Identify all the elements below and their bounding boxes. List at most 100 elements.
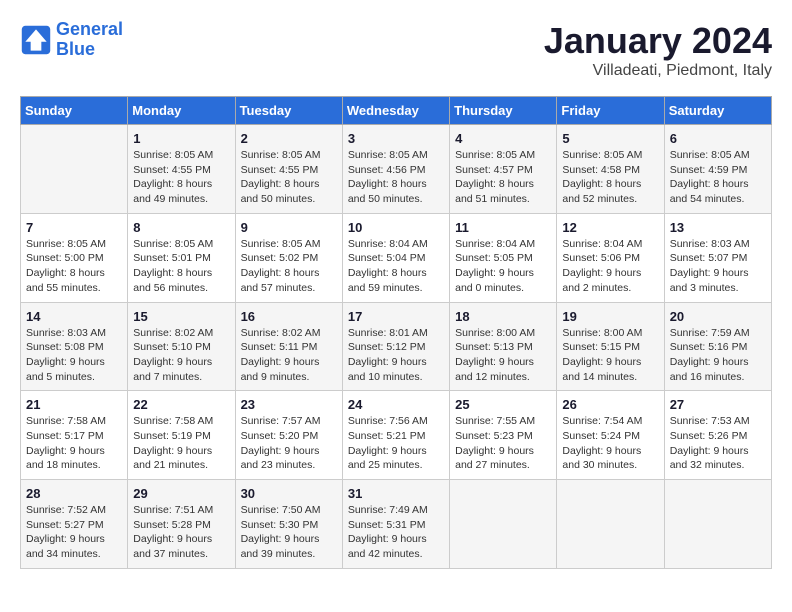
day-info: Sunrise: 8:00 AM Sunset: 5:15 PM Dayligh… (562, 326, 658, 385)
day-number: 17 (348, 309, 444, 324)
day-number: 3 (348, 131, 444, 146)
calendar-week-3: 14Sunrise: 8:03 AM Sunset: 5:08 PM Dayli… (21, 302, 772, 391)
day-number: 21 (26, 397, 122, 412)
day-info: Sunrise: 8:01 AM Sunset: 5:12 PM Dayligh… (348, 326, 444, 385)
day-info: Sunrise: 7:50 AM Sunset: 5:30 PM Dayligh… (241, 503, 337, 562)
calendar-cell (664, 480, 771, 569)
day-number: 28 (26, 486, 122, 501)
weekday-header-saturday: Saturday (664, 97, 771, 125)
calendar-cell: 3 Sunrise: 8:05 AM Sunset: 4:56 PM Daylig… (342, 125, 449, 214)
day-number: 22 (133, 397, 229, 412)
day-number: 23 (241, 397, 337, 412)
calendar-cell: 25 Sunrise: 7:55 AM Sunset: 5:23 PM Dayli… (450, 391, 557, 480)
calendar-cell: 31 Sunrise: 7:49 AM Sunset: 5:31 PM Dayli… (342, 480, 449, 569)
day-info: Sunrise: 7:59 AM Sunset: 5:16 PM Dayligh… (670, 326, 766, 385)
day-info: Sunrise: 8:04 AM Sunset: 5:05 PM Dayligh… (455, 237, 551, 296)
day-info: Sunrise: 8:00 AM Sunset: 5:13 PM Dayligh… (455, 326, 551, 385)
day-info: Sunrise: 8:04 AM Sunset: 5:04 PM Dayligh… (348, 237, 444, 296)
calendar-cell (450, 480, 557, 569)
day-number: 25 (455, 397, 551, 412)
day-info: Sunrise: 8:05 AM Sunset: 4:55 PM Dayligh… (133, 148, 229, 207)
day-info: Sunrise: 8:05 AM Sunset: 4:58 PM Dayligh… (562, 148, 658, 207)
calendar-cell: 16Sunrise: 8:02 AM Sunset: 5:11 PM Dayli… (235, 302, 342, 391)
calendar-cell: 12Sunrise: 8:04 AM Sunset: 5:06 PM Dayli… (557, 213, 664, 302)
day-number: 1 (133, 131, 229, 146)
calendar-cell: 27Sunrise: 7:53 AM Sunset: 5:26 PM Dayli… (664, 391, 771, 480)
logo-text: General Blue (56, 20, 123, 60)
day-number: 15 (133, 309, 229, 324)
day-number: 16 (241, 309, 337, 324)
page-header: General Blue January 2024 Villadeati, Pi… (20, 20, 772, 80)
calendar-cell: 26 Sunrise: 7:54 AM Sunset: 5:24 PM Dayli… (557, 391, 664, 480)
calendar-week-1: 1 Sunrise: 8:05 AM Sunset: 4:55 PM Daylig… (21, 125, 772, 214)
day-number: 27 (670, 397, 766, 412)
day-info: Sunrise: 8:05 AM Sunset: 5:01 PM Dayligh… (133, 237, 229, 296)
day-info: Sunrise: 8:03 AM Sunset: 5:07 PM Dayligh… (670, 237, 766, 296)
day-number: 20 (670, 309, 766, 324)
day-number: 31 (348, 486, 444, 501)
calendar-cell: 8 Sunrise: 8:05 AM Sunset: 5:01 PM Daylig… (128, 213, 235, 302)
day-number: 8 (133, 220, 229, 235)
weekday-header-sunday: Sunday (21, 97, 128, 125)
weekday-header-wednesday: Wednesday (342, 97, 449, 125)
day-number: 13 (670, 220, 766, 235)
day-number: 26 (562, 397, 658, 412)
calendar-title: January 2024 (544, 20, 772, 62)
day-number: 24 (348, 397, 444, 412)
calendar-cell: 9Sunrise: 8:05 AM Sunset: 5:02 PM Daylig… (235, 213, 342, 302)
calendar-cell: 28Sunrise: 7:52 AM Sunset: 5:27 PM Dayli… (21, 480, 128, 569)
calendar-cell: 2Sunrise: 8:05 AM Sunset: 4:55 PM Daylig… (235, 125, 342, 214)
calendar-cell: 20 Sunrise: 7:59 AM Sunset: 5:16 PM Dayli… (664, 302, 771, 391)
day-info: Sunrise: 8:05 AM Sunset: 4:59 PM Dayligh… (670, 148, 766, 207)
weekday-header-friday: Friday (557, 97, 664, 125)
day-number: 6 (670, 131, 766, 146)
calendar-cell: 18 Sunrise: 8:00 AM Sunset: 5:13 PM Dayli… (450, 302, 557, 391)
day-info: Sunrise: 7:54 AM Sunset: 5:24 PM Dayligh… (562, 414, 658, 473)
calendar-cell: 1 Sunrise: 8:05 AM Sunset: 4:55 PM Daylig… (128, 125, 235, 214)
logo: General Blue (20, 20, 123, 60)
day-number: 18 (455, 309, 551, 324)
calendar-cell: 10 Sunrise: 8:04 AM Sunset: 5:04 PM Dayli… (342, 213, 449, 302)
day-number: 4 (455, 131, 551, 146)
logo-line2: Blue (56, 39, 95, 59)
calendar-cell: 11Sunrise: 8:04 AM Sunset: 5:05 PM Dayli… (450, 213, 557, 302)
day-info: Sunrise: 8:05 AM Sunset: 4:56 PM Dayligh… (348, 148, 444, 207)
calendar-cell: 14Sunrise: 8:03 AM Sunset: 5:08 PM Dayli… (21, 302, 128, 391)
day-number: 2 (241, 131, 337, 146)
calendar-cell (557, 480, 664, 569)
calendar-body: 1 Sunrise: 8:05 AM Sunset: 4:55 PM Daylig… (21, 125, 772, 569)
calendar-cell: 5 Sunrise: 8:05 AM Sunset: 4:58 PM Daylig… (557, 125, 664, 214)
calendar-week-5: 28Sunrise: 7:52 AM Sunset: 5:27 PM Dayli… (21, 480, 772, 569)
day-info: Sunrise: 7:55 AM Sunset: 5:23 PM Dayligh… (455, 414, 551, 473)
day-info: Sunrise: 8:05 AM Sunset: 5:00 PM Dayligh… (26, 237, 122, 296)
day-info: Sunrise: 7:57 AM Sunset: 5:20 PM Dayligh… (241, 414, 337, 473)
day-info: Sunrise: 7:58 AM Sunset: 5:17 PM Dayligh… (26, 414, 122, 473)
calendar-week-2: 7 Sunrise: 8:05 AM Sunset: 5:00 PM Daylig… (21, 213, 772, 302)
day-number: 5 (562, 131, 658, 146)
calendar-cell: 24 Sunrise: 7:56 AM Sunset: 5:21 PM Dayli… (342, 391, 449, 480)
day-number: 29 (133, 486, 229, 501)
calendar-cell: 17 Sunrise: 8:01 AM Sunset: 5:12 PM Dayli… (342, 302, 449, 391)
logo-line1: General (56, 19, 123, 39)
day-number: 7 (26, 220, 122, 235)
day-info: Sunrise: 7:49 AM Sunset: 5:31 PM Dayligh… (348, 503, 444, 562)
calendar-cell: 22Sunrise: 7:58 AM Sunset: 5:19 PM Dayli… (128, 391, 235, 480)
day-number: 9 (241, 220, 337, 235)
day-info: Sunrise: 7:51 AM Sunset: 5:28 PM Dayligh… (133, 503, 229, 562)
calendar-week-4: 21 Sunrise: 7:58 AM Sunset: 5:17 PM Dayli… (21, 391, 772, 480)
day-number: 10 (348, 220, 444, 235)
day-info: Sunrise: 8:02 AM Sunset: 5:10 PM Dayligh… (133, 326, 229, 385)
day-info: Sunrise: 7:56 AM Sunset: 5:21 PM Dayligh… (348, 414, 444, 473)
calendar-cell: 21 Sunrise: 7:58 AM Sunset: 5:17 PM Dayli… (21, 391, 128, 480)
calendar-table: SundayMondayTuesdayWednesdayThursdayFrid… (20, 96, 772, 569)
calendar-cell: 6 Sunrise: 8:05 AM Sunset: 4:59 PM Daylig… (664, 125, 771, 214)
day-number: 14 (26, 309, 122, 324)
calendar-cell: 4Sunrise: 8:05 AM Sunset: 4:57 PM Daylig… (450, 125, 557, 214)
calendar-cell (21, 125, 128, 214)
weekday-header-row: SundayMondayTuesdayWednesdayThursdayFrid… (21, 97, 772, 125)
weekday-header-monday: Monday (128, 97, 235, 125)
calendar-subtitle: Villadeati, Piedmont, Italy (544, 62, 772, 80)
logo-icon (20, 24, 52, 56)
calendar-cell: 23 Sunrise: 7:57 AM Sunset: 5:20 PM Dayli… (235, 391, 342, 480)
calendar-cell: 7 Sunrise: 8:05 AM Sunset: 5:00 PM Daylig… (21, 213, 128, 302)
